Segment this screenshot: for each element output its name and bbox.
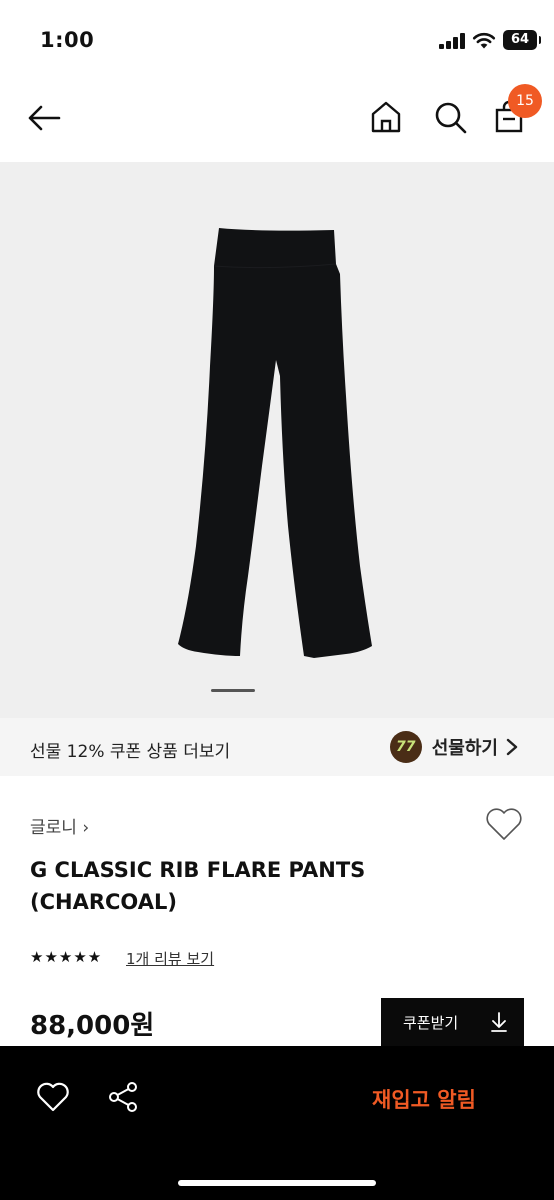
product-title: G CLASSIC RIB FLARE PANTS (CHARCOAL) <box>30 858 366 914</box>
back-arrow-icon[interactable] <box>26 100 62 136</box>
status-time: 1:00 <box>40 28 95 52</box>
like-heart-icon[interactable] <box>36 1081 70 1113</box>
gift-button[interactable]: 77 선물하기 <box>389 731 518 763</box>
home-icon[interactable] <box>368 99 404 135</box>
cart-count-badge: 15 <box>508 84 542 118</box>
flare-pants-image <box>178 228 372 658</box>
review-link[interactable]: 1개 리뷰 보기 <box>126 948 214 969</box>
wishlist-heart-icon[interactable] <box>484 806 524 842</box>
brand-link[interactable]: 글로니 › <box>30 813 89 838</box>
gift-logo-icon: 77 <box>389 731 422 763</box>
rating-stars: ★★★★★ <box>30 948 103 966</box>
signal-icon <box>439 33 465 49</box>
download-icon <box>491 1012 507 1032</box>
chevron-right-icon <box>506 738 518 756</box>
share-icon[interactable] <box>106 1080 140 1114</box>
top-nav <box>0 80 554 162</box>
product-image[interactable] <box>0 162 554 718</box>
bottom-action-bar: 재입고 알림 <box>0 1046 554 1200</box>
search-icon[interactable] <box>432 99 468 135</box>
status-bar: 1:00 64 <box>0 0 554 80</box>
gift-button-label: 선물하기 <box>431 738 498 759</box>
product-price: 88,000원 <box>30 1011 155 1041</box>
coupon-download-button[interactable]: 쿠폰받기 <box>381 998 524 1046</box>
carousel-indicator <box>211 689 255 692</box>
gift-coupon-banner[interactable]: 선물 12% 쿠폰 상품 더보기 77 선물하기 <box>0 718 554 776</box>
home-indicator[interactable] <box>178 1180 376 1186</box>
coupon-button-label: 쿠폰받기 <box>403 1014 459 1032</box>
gift-coupon-text: 선물 12% 쿠폰 상품 더보기 <box>30 742 231 762</box>
wifi-icon <box>472 32 496 49</box>
restock-notification-button[interactable]: 재입고 알림 <box>372 1084 476 1114</box>
battery-icon: 64 <box>503 30 541 50</box>
